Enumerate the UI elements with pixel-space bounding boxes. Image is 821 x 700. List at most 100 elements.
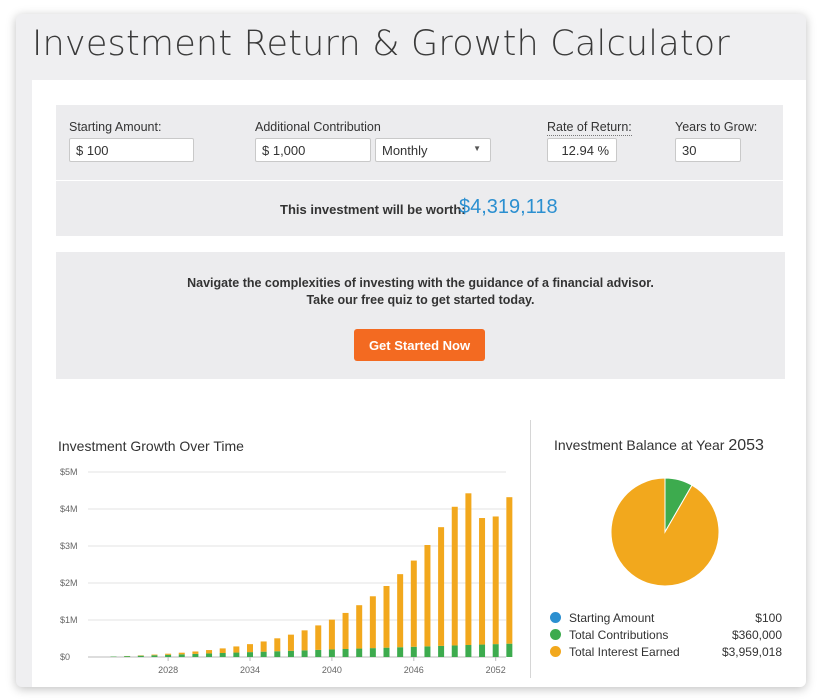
x-tick-label: 2034 xyxy=(240,665,260,675)
y-tick-label: $4M xyxy=(60,504,78,514)
bar-contributions xyxy=(438,645,445,657)
result-value: $4,319,118 xyxy=(459,196,558,218)
y-tick-label: $1M xyxy=(60,615,78,625)
get-started-button[interactable]: Get Started Now xyxy=(354,329,485,361)
bar-interest xyxy=(287,634,294,651)
inputs-panel: Starting Amount: $ 100 Additional Contri… xyxy=(56,105,783,180)
bar-contributions xyxy=(192,653,199,657)
bar-contributions xyxy=(383,647,390,657)
bar-interest xyxy=(219,648,226,654)
bar-contributions xyxy=(287,650,294,657)
bar-contributions xyxy=(451,645,458,657)
bar-contributions xyxy=(356,648,363,657)
years-to-grow-input[interactable]: 30 xyxy=(675,138,741,162)
legend-dot-icon xyxy=(550,646,561,657)
legend-row: Starting Amount $100 xyxy=(550,610,782,626)
bar-interest xyxy=(492,516,499,645)
pie-chart-title: Investment Balance at Year 2053 xyxy=(554,437,764,455)
rate-of-return-label: Rate of Return: xyxy=(547,120,632,136)
bar-contributions xyxy=(219,653,226,657)
advisor-panel: Navigate the complexities of investing w… xyxy=(56,252,785,379)
bar-interest xyxy=(383,585,390,648)
bar-interest xyxy=(438,527,445,646)
bar-interest xyxy=(233,646,240,653)
bar-contributions xyxy=(465,645,472,657)
bar-interest xyxy=(315,625,322,650)
bar-contributions xyxy=(479,644,486,657)
bar-contributions xyxy=(424,646,431,657)
bar-interest xyxy=(397,574,404,648)
x-tick-label: 2052 xyxy=(486,665,506,675)
growth-bar-chart: $0 $1M $2M $3M $4M $5M 2028 2034 2040 2046 2052 xyxy=(60,467,513,675)
bar-contributions xyxy=(397,647,404,657)
bar-contributions xyxy=(369,648,376,657)
additional-contribution-input[interactable]: $ 1,000 xyxy=(255,138,371,162)
bar-contributions xyxy=(301,650,308,657)
bar-interest xyxy=(369,596,376,649)
pie-title-year: 2053 xyxy=(728,437,764,454)
contribution-frequency-select[interactable]: Monthly ▼ xyxy=(375,138,491,162)
bar-interest xyxy=(274,638,281,652)
advisor-line-2: Take our free quiz to get started today. xyxy=(306,293,535,307)
bar-contributions xyxy=(328,649,335,657)
legend-row: Total Interest Earned $3,959,018 xyxy=(550,644,782,660)
bar-contributions xyxy=(410,646,417,657)
y-tick-label: $5M xyxy=(60,467,78,477)
bar-contributions xyxy=(315,649,322,657)
bar-interest xyxy=(424,544,431,647)
bar-contributions xyxy=(247,652,253,657)
rate-of-return-value: 12.94 xyxy=(561,143,594,158)
legend-name: Total Contributions xyxy=(569,628,669,642)
bar-interest xyxy=(410,560,417,647)
bar-interest xyxy=(206,650,213,654)
bar-interest xyxy=(465,493,472,646)
page-title: Investment Return & Growth Calculator xyxy=(32,24,731,64)
pie-slice-total-interest-earned xyxy=(610,477,720,587)
x-tick-label: 2028 xyxy=(158,665,178,675)
legend-dot-icon xyxy=(550,629,561,640)
bar-interest xyxy=(247,644,253,653)
bar-interest xyxy=(328,619,335,650)
bar-interest xyxy=(178,652,185,655)
bar-interest xyxy=(165,653,172,655)
bar-interest xyxy=(260,641,267,652)
bar-contributions xyxy=(274,651,281,657)
bar-interest xyxy=(192,651,199,654)
legend-name: Total Interest Earned xyxy=(569,645,680,659)
bar-contributions xyxy=(151,655,158,657)
bar-contributions xyxy=(233,652,240,657)
x-tick-label: 2040 xyxy=(322,665,342,675)
y-tick-label: $0 xyxy=(60,652,70,662)
y-tick-label: $3M xyxy=(60,541,78,551)
bar-interest xyxy=(151,654,158,656)
bar-contributions xyxy=(342,649,349,657)
bar-interest xyxy=(342,612,349,650)
chevron-down-icon: ▼ xyxy=(473,144,481,153)
x-tick-label: 2046 xyxy=(404,665,424,675)
legend-dot-icon xyxy=(550,612,561,623)
bar-contributions xyxy=(137,655,144,657)
pie-title-text: Investment Balance at Year xyxy=(554,437,725,453)
starting-amount-label: Starting Amount: xyxy=(69,120,162,134)
y-tick-label: $2M xyxy=(60,578,78,588)
bar-contributions xyxy=(206,653,213,657)
bar-interest xyxy=(301,630,308,651)
legend-value: $3,959,018 xyxy=(721,645,782,659)
legend-row: Total Contributions $360,000 xyxy=(550,627,782,643)
bar-interest xyxy=(451,506,458,646)
calculator-card: Investment Return & Growth Calculator St… xyxy=(16,14,806,687)
bar-contributions xyxy=(506,643,513,657)
bar-interest xyxy=(479,518,486,645)
legend-value: $360,000 xyxy=(731,628,782,642)
years-to-grow-label: Years to Grow: xyxy=(675,120,758,134)
calculator-content: Starting Amount: $ 100 Additional Contri… xyxy=(32,80,806,687)
additional-contribution-label: Additional Contribution xyxy=(255,120,381,134)
bar-contributions xyxy=(124,656,131,657)
bar-interest xyxy=(506,497,513,644)
bar-contributions xyxy=(165,654,172,657)
legend-value: $100 xyxy=(755,611,782,625)
legend-name: Starting Amount xyxy=(569,611,655,625)
percent-unit: % xyxy=(597,143,609,158)
rate-of-return-input[interactable]: 12.94 % xyxy=(547,138,617,162)
starting-amount-input[interactable]: $ 100 xyxy=(69,138,194,162)
